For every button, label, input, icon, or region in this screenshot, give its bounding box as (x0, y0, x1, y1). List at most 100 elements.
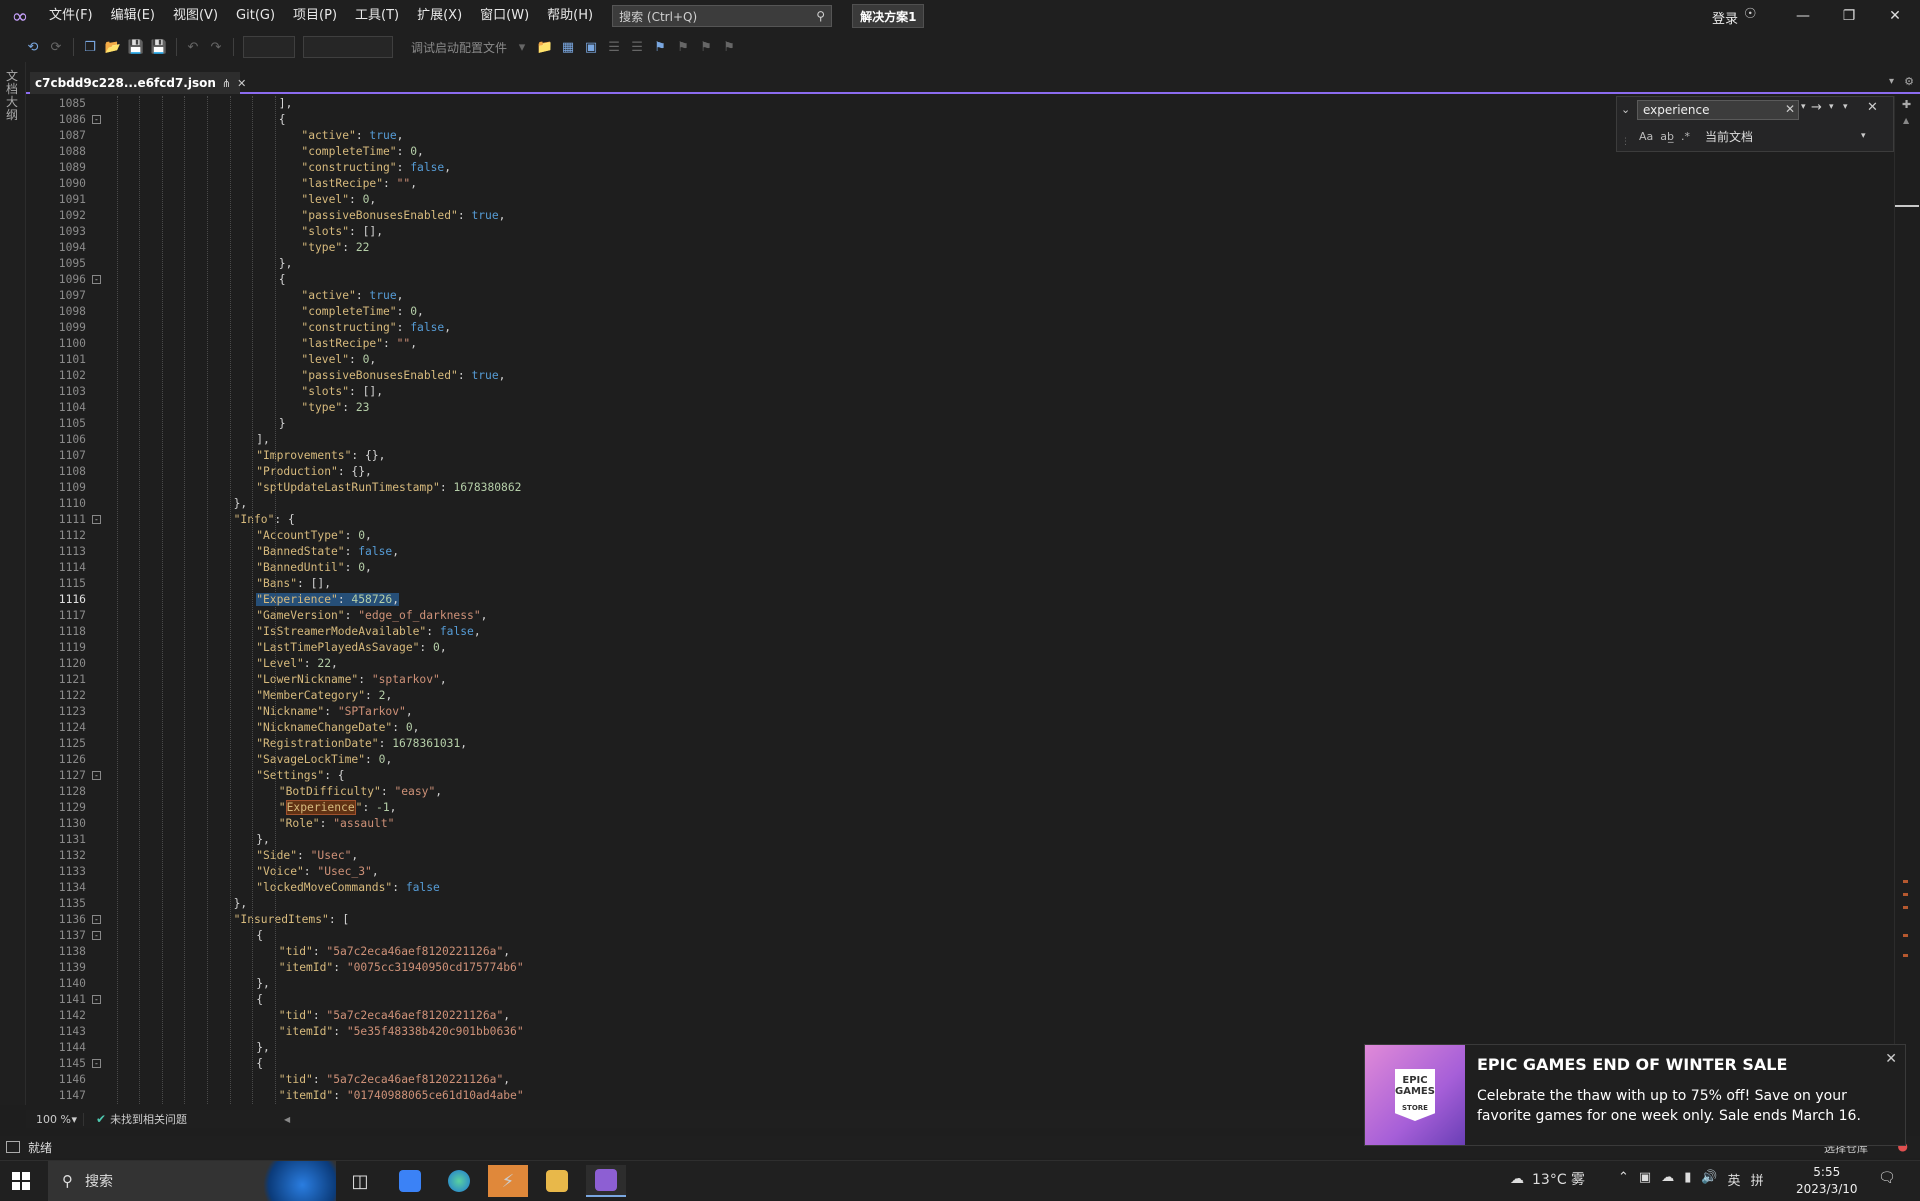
code-line[interactable]: ], (88, 432, 1894, 448)
code-line[interactable]: "RegistrationDate": 1678361031, (88, 736, 1894, 752)
close-notification-icon[interactable]: ✕ (1885, 1051, 1897, 1067)
code-line[interactable]: "AccountType": 0, (88, 528, 1894, 544)
code-line[interactable]: "GameVersion": "edge_of_darkness", (88, 608, 1894, 624)
breakpoint-icon[interactable]: ▣ (580, 36, 602, 58)
find-next-icon[interactable]: → (1811, 100, 1822, 115)
code-line[interactable]: "Role": "assault" (88, 816, 1894, 832)
close-find-icon[interactable]: ✕ (1867, 100, 1878, 115)
close-tab-icon[interactable]: ✕ (237, 77, 246, 90)
resize-grip-icon[interactable]: ⋮ (1621, 137, 1630, 147)
code-line[interactable]: "BotDifficulty": "easy", (88, 784, 1894, 800)
match-case-toggle[interactable]: Aa (1639, 130, 1653, 143)
code-line[interactable]: "BannedState": false, (88, 544, 1894, 560)
task-view-icon[interactable]: ◫ (340, 1165, 380, 1197)
fold-toggle-icon[interactable]: - (92, 275, 101, 284)
code-line[interactable]: } (88, 416, 1894, 432)
minimize-button[interactable]: — (1780, 0, 1826, 32)
whole-word-toggle[interactable]: ab̲ (1660, 130, 1674, 143)
uncomment-icon[interactable]: ☰ (626, 36, 648, 58)
code-line[interactable]: "lastRecipe": "", (88, 176, 1894, 192)
document-outline-tab[interactable]: 文档大纲 (6, 70, 20, 122)
redo-icon[interactable]: ↷ (205, 36, 227, 58)
prev-bookmark-icon[interactable]: ⚑ (672, 36, 694, 58)
code-editor[interactable]: 1085 1086 1087 1088 1089 1090 1091 1092 1093 1094… (26, 96, 1894, 1108)
pin-icon[interactable]: ⋔ (222, 77, 231, 90)
clear-search-icon[interactable]: ✕ (1785, 102, 1795, 116)
code-line[interactable]: }, (88, 832, 1894, 848)
code-line[interactable]: "level": 0, (88, 192, 1894, 208)
new-project-icon[interactable]: ❐ (79, 36, 101, 58)
regex-toggle[interactable]: .* (1681, 130, 1690, 143)
code-line[interactable]: }, (88, 256, 1894, 272)
volume-icon[interactable]: 🔊 (1701, 1170, 1717, 1189)
code-line[interactable]: "Experience": -1, (88, 800, 1894, 816)
platform-dropdown[interactable] (303, 36, 393, 58)
code-line[interactable]: "Bans": [], (88, 576, 1894, 592)
toggle-replace-icon[interactable]: ⌄ (1621, 103, 1630, 116)
taskbar-clock[interactable]: 5:55 2023/3/10 (1796, 1164, 1858, 1198)
code-line[interactable]: { (88, 992, 1894, 1008)
code-line[interactable]: "constructing": false, (88, 320, 1894, 336)
code-line[interactable]: "Voice": "Usec_3", (88, 864, 1894, 880)
feishu-app-icon[interactable] (390, 1165, 430, 1197)
code-line[interactable]: "sptUpdateLastRunTimestamp": 1678380862 (88, 480, 1894, 496)
vertical-scrollbar[interactable]: ✚ ▲ (1894, 96, 1920, 1108)
code-line[interactable]: "slots": [], (88, 224, 1894, 240)
menu-file[interactable]: 文件(F) (40, 0, 102, 32)
scroll-left-icon[interactable]: ◀ (284, 1115, 290, 1124)
undo-icon[interactable]: ↶ (182, 36, 204, 58)
menu-git[interactable]: Git(G) (227, 0, 284, 32)
configuration-dropdown[interactable] (243, 36, 295, 58)
code-line[interactable]: "SavageLockTime": 0, (88, 752, 1894, 768)
code-line[interactable]: "InsuredItems": [ (88, 912, 1894, 928)
debug-profile-dropdown[interactable]: 调试启动配置文件 (411, 39, 507, 56)
search-scope-dropdown[interactable]: 当前文档 (1705, 128, 1753, 145)
menu-tools[interactable]: 工具(T) (346, 0, 408, 32)
ime-language-indicator[interactable]: 英 (1728, 1170, 1741, 1189)
fold-toggle-icon[interactable]: - (92, 771, 101, 780)
code-line[interactable]: "lastRecipe": "", (88, 336, 1894, 352)
chevron-down-icon[interactable]: ▾ (511, 36, 533, 58)
code-line[interactable]: "active": true, (88, 288, 1894, 304)
save-all-icon[interactable]: 💾 (148, 36, 170, 58)
split-editor-icon[interactable]: ✚ (1902, 98, 1911, 111)
fold-toggle-icon[interactable]: - (92, 995, 101, 1004)
tab-json-file[interactable]: c7cbdd9c228...e6fcd7.json ⋔ ✕ (30, 72, 246, 94)
code-line[interactable]: "Settings": { (88, 768, 1894, 784)
code-line[interactable]: "Production": {}, (88, 464, 1894, 480)
code-line[interactable]: { (88, 928, 1894, 944)
code-line[interactable]: "passiveBonusesEnabled": true, (88, 368, 1894, 384)
chevron-down-icon[interactable]: ▾ (1861, 131, 1866, 141)
fold-toggle-icon[interactable]: - (92, 515, 101, 524)
code-line[interactable]: "MemberCategory": 2, (88, 688, 1894, 704)
cloud-icon[interactable]: ☁ (1661, 1170, 1674, 1189)
code-line[interactable]: "tid": "5a7c2eca46aef8120221126a", (88, 1008, 1894, 1024)
clear-bookmarks-icon[interactable]: ⚑ (718, 36, 740, 58)
menu-view[interactable]: 视图(V) (164, 0, 227, 32)
code-line[interactable]: "completeTime": 0, (88, 304, 1894, 320)
code-content[interactable]: ],{"active": true, "completeTime": 0, "con… (88, 96, 1894, 1108)
windows-start-icon[interactable] (12, 1172, 30, 1190)
layout-icon[interactable]: ▦ (557, 36, 579, 58)
menu-project[interactable]: 项目(P) (284, 0, 346, 32)
back-icon[interactable]: ⟲ (22, 36, 44, 58)
ime-mode-indicator[interactable]: 拼 (1751, 1170, 1764, 1189)
close-window-button[interactable]: ✕ (1872, 0, 1918, 32)
code-line[interactable]: "constructing": false, (88, 160, 1894, 176)
search-input[interactable]: 搜索 (Ctrl+Q) ⚲ (612, 5, 833, 27)
code-line[interactable]: "type": 23 (88, 400, 1894, 416)
visual-studio-taskbar-icon[interactable] (586, 1165, 626, 1197)
code-line[interactable]: "LastTimePlayedAsSavage": 0, (88, 640, 1894, 656)
code-line[interactable]: "lockedMoveCommands": false (88, 880, 1894, 896)
code-line[interactable]: "itemId": "5e35f48338b420c901bb0636" (88, 1024, 1894, 1040)
scroll-up-icon[interactable]: ▲ (1903, 116, 1909, 125)
battery-icon[interactable]: ▮ (1684, 1170, 1691, 1189)
notification-center-icon[interactable]: 🗨 (1878, 1170, 1896, 1186)
taskbar-search-box[interactable]: ⚲ 搜索 (48, 1161, 336, 1201)
forward-icon[interactable]: ⟳ (45, 36, 67, 58)
search-history-icon[interactable]: ▾ (1801, 102, 1806, 112)
code-line[interactable]: "Side": "Usec", (88, 848, 1894, 864)
file-explorer-icon[interactable]: 📁 (534, 36, 556, 58)
issues-indicator[interactable]: ✔ 未找到相关问题 (84, 1111, 264, 1127)
fold-toggle-icon[interactable]: - (92, 115, 101, 124)
